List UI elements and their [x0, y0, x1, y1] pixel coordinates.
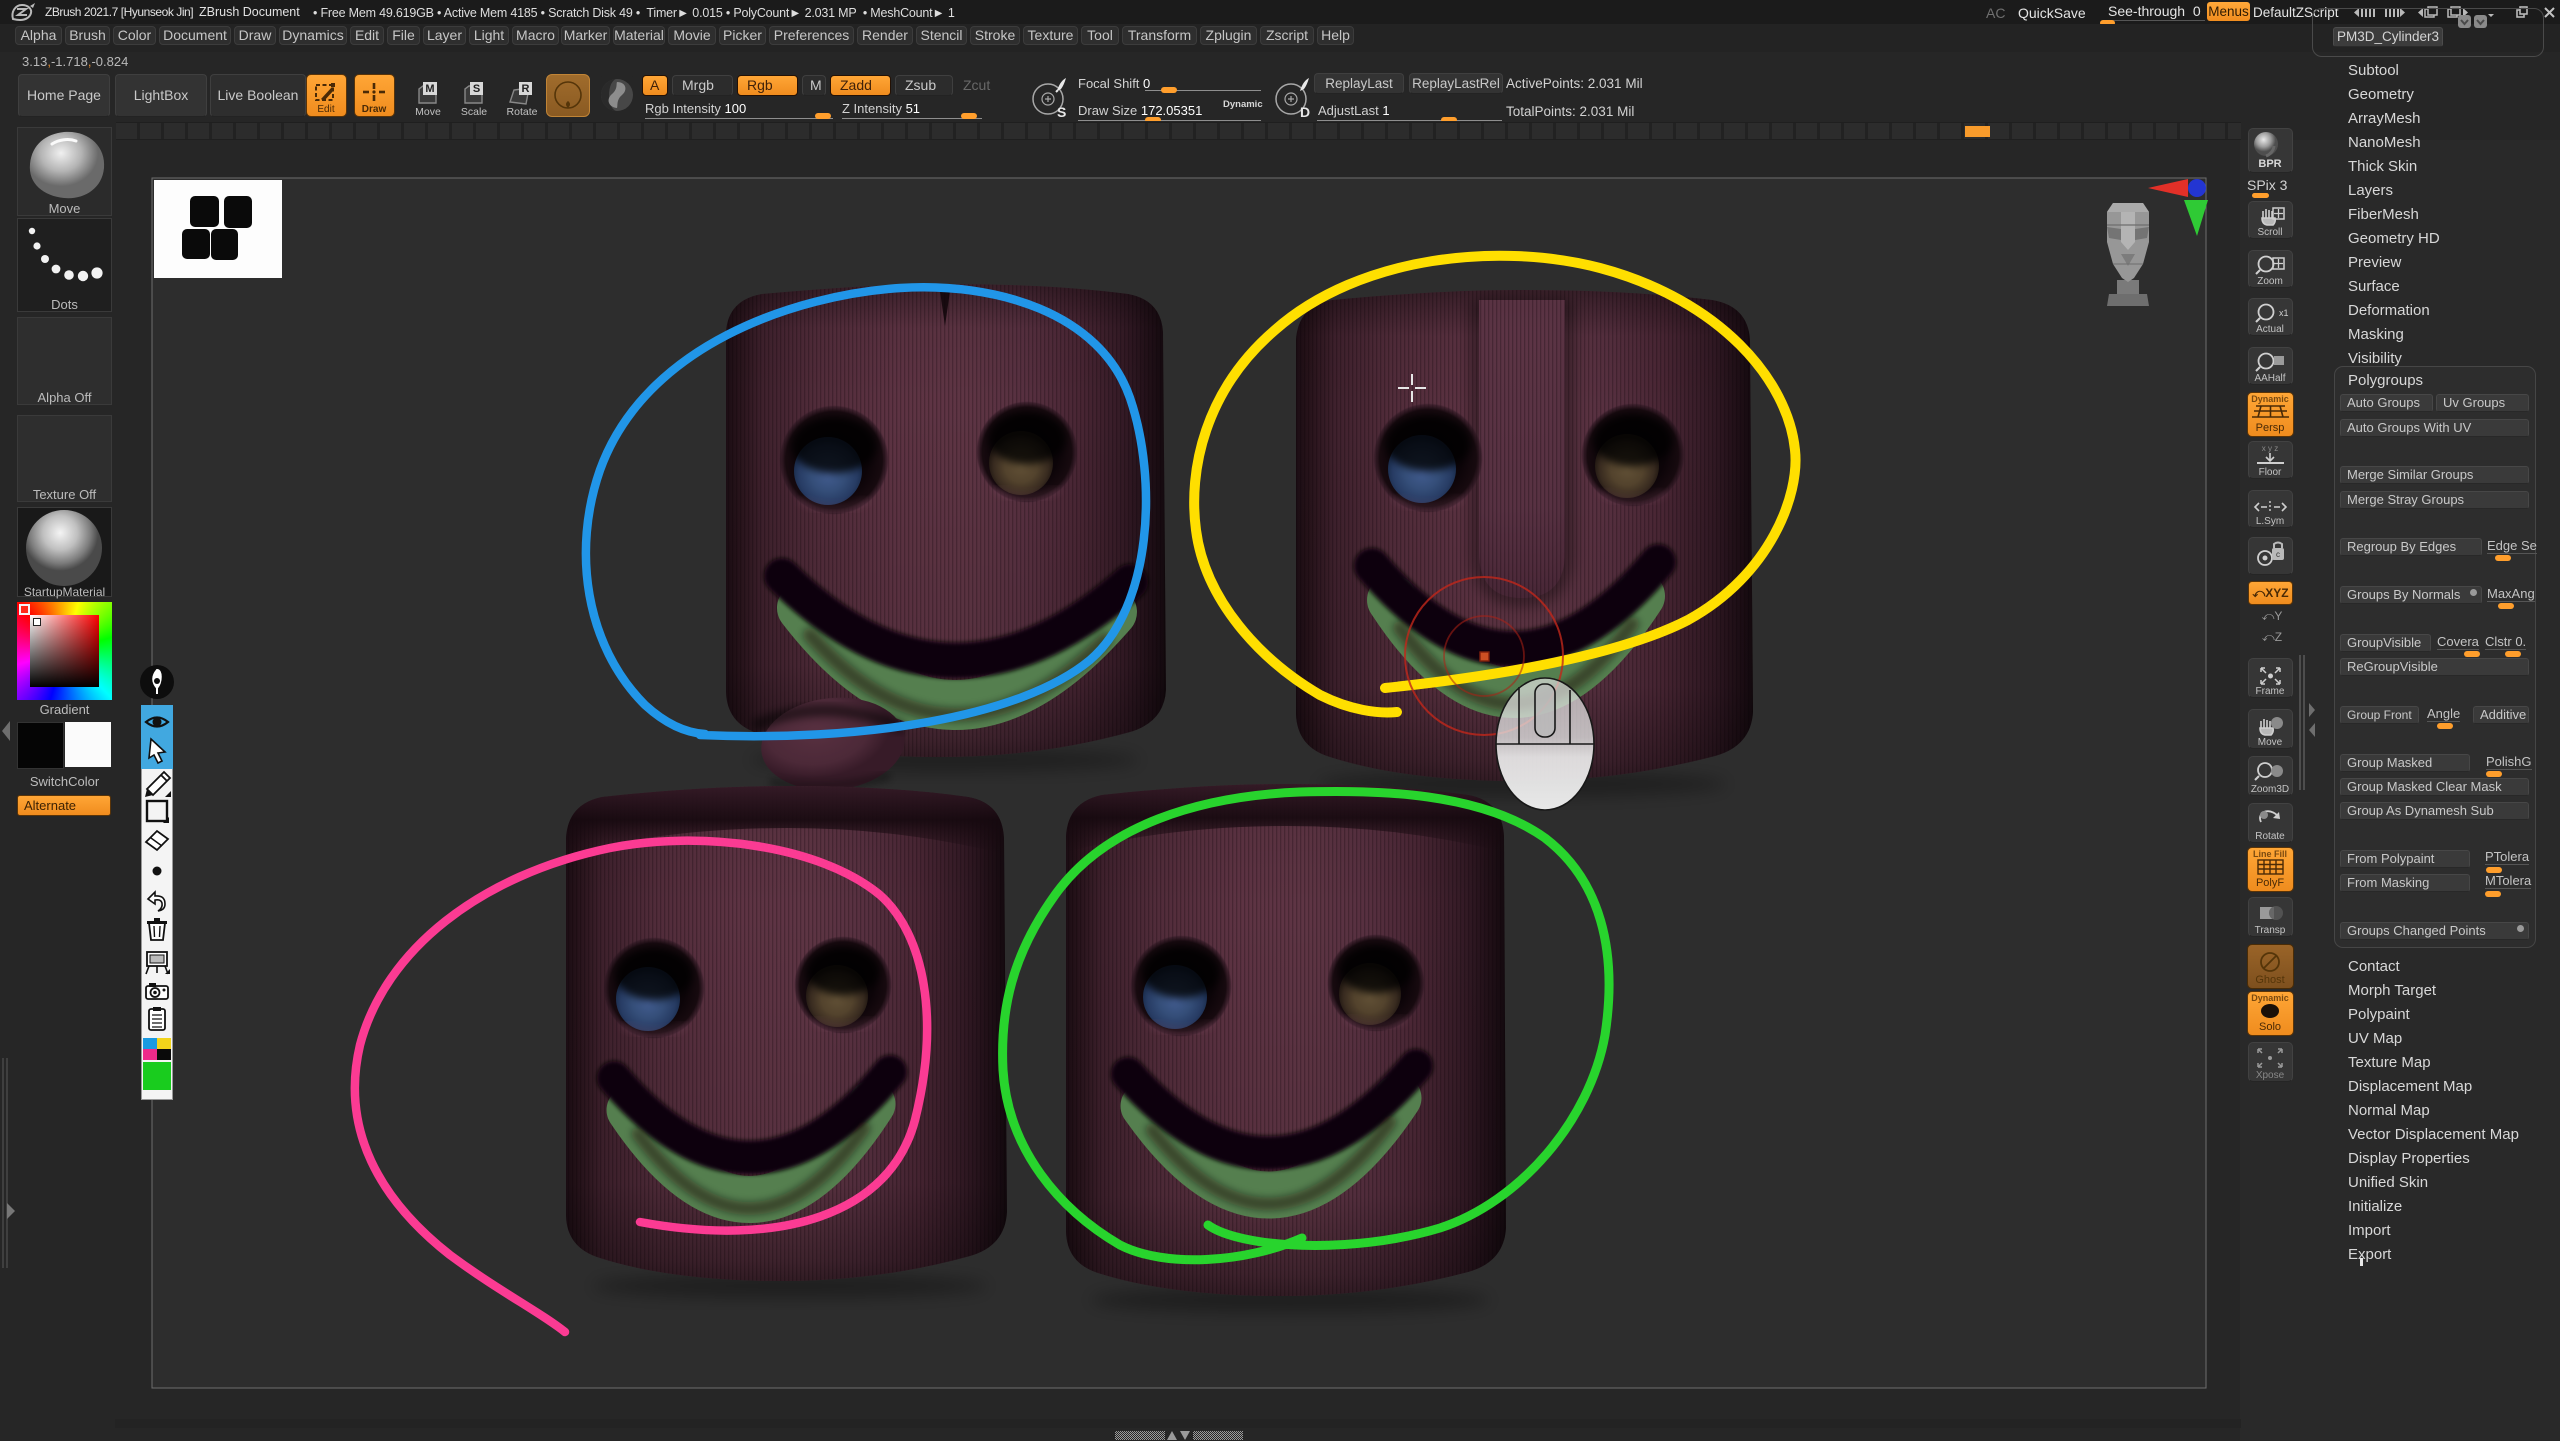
- svg-text:Scroll: Scroll: [2257, 227, 2282, 238]
- svg-text:S: S: [473, 83, 480, 95]
- svg-text:x y z: x y z: [2262, 444, 2278, 453]
- svg-text:Ghost: Ghost: [2255, 974, 2284, 986]
- svg-text:PolyF: PolyF: [2256, 877, 2284, 889]
- svg-text:Xpose: Xpose: [2256, 1070, 2285, 1081]
- svg-text:BPR: BPR: [2258, 158, 2281, 170]
- svg-text:Line Fill: Line Fill: [2253, 849, 2287, 859]
- svg-text:Scale: Scale: [461, 106, 487, 117]
- svg-text:Solo: Solo: [2259, 1021, 2281, 1033]
- svg-text:Dynamic: Dynamic: [2251, 993, 2289, 1003]
- svg-text:AAHalf: AAHalf: [2254, 373, 2285, 384]
- svg-text:Edit: Edit: [317, 104, 334, 115]
- svg-text:L.Sym: L.Sym: [2256, 516, 2284, 527]
- svg-text:Rotate: Rotate: [507, 106, 538, 117]
- svg-text:Transp: Transp: [2255, 925, 2286, 936]
- svg-text:Move: Move: [415, 106, 441, 117]
- svg-text:Zoom3D: Zoom3D: [2251, 784, 2289, 795]
- svg-text:Floor: Floor: [2259, 467, 2282, 478]
- svg-text:Dynamic: Dynamic: [2251, 394, 2289, 404]
- svg-text:Zoom: Zoom: [2257, 276, 2283, 287]
- svg-text:x1: x1: [2279, 308, 2289, 318]
- svg-text:Draw: Draw: [362, 104, 387, 115]
- svg-text:Rotate: Rotate: [2255, 831, 2285, 842]
- svg-text:S: S: [1057, 104, 1066, 120]
- svg-text:c: c: [2276, 550, 2280, 559]
- svg-text:Actual: Actual: [2256, 324, 2284, 335]
- svg-text:Frame: Frame: [2256, 686, 2285, 697]
- svg-text:Move: Move: [2258, 737, 2283, 748]
- svg-text:Persp: Persp: [2256, 422, 2285, 434]
- svg-text:M: M: [425, 83, 434, 95]
- svg-text:R: R: [522, 83, 530, 95]
- svg-text:D: D: [1300, 104, 1310, 120]
